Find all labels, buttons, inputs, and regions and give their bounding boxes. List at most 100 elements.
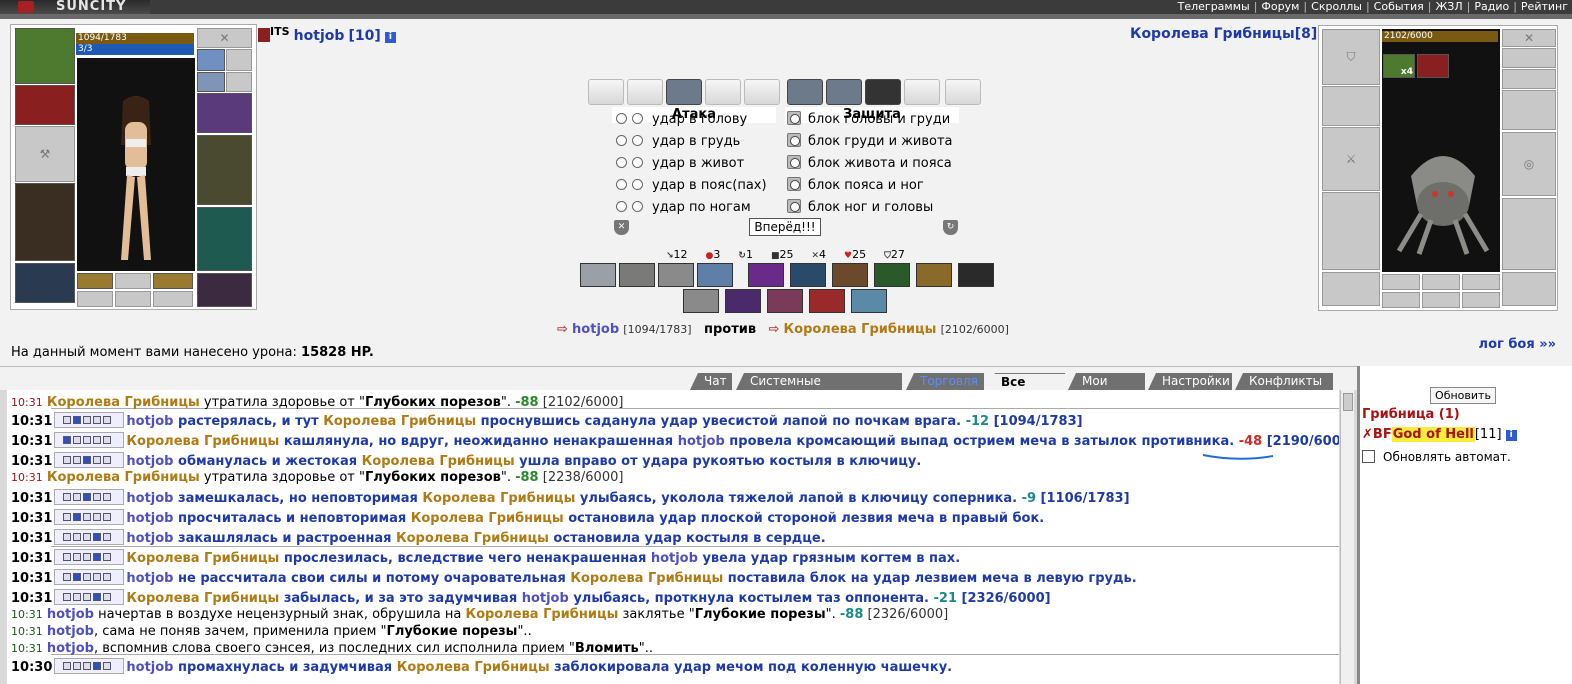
log-player-name[interactable]: Королева Грибницы (411, 511, 564, 526)
group-member[interactable]: ✗BFGod of Hell[11] i (1362, 427, 1517, 442)
member-info-icon[interactable]: i (1505, 430, 1517, 441)
vs-opponent-name[interactable]: Королева Грибницы (784, 322, 937, 337)
sword-slot[interactable] (197, 135, 252, 205)
opp-item-slot-1[interactable]: x4 (1383, 54, 1415, 78)
go-button[interactable]: Вперёд!!! (749, 218, 821, 236)
player-info-icon[interactable]: i (384, 32, 396, 43)
attack-radio-a[interactable] (616, 179, 627, 190)
nav-link-3[interactable]: События (1374, 0, 1424, 13)
attack-radio-a[interactable] (616, 201, 627, 212)
log-player-name[interactable]: Королева Грибницы (396, 531, 549, 546)
defense-option-4[interactable]: блок ног и головы (787, 198, 933, 218)
rune-slot-3[interactable] (153, 273, 193, 289)
ring-slot-1[interactable] (226, 49, 252, 71)
player-name[interactable]: hotjob (294, 28, 345, 44)
skill-13[interactable] (767, 289, 803, 313)
scroll-slot-10[interactable] (945, 79, 981, 105)
skill-9[interactable] (916, 263, 952, 287)
boots-slot[interactable] (197, 273, 252, 307)
attack-radio-b[interactable] (632, 157, 643, 168)
attack-radio-b[interactable] (632, 135, 643, 146)
weapon-slot[interactable]: ⚒ (15, 126, 75, 182)
skill-10[interactable] (958, 263, 994, 287)
attack-option-1[interactable]: удар в грудь (616, 132, 740, 152)
log-player-name[interactable]: hotjob (47, 624, 94, 639)
log-scrollbar[interactable] (1340, 390, 1354, 684)
attack-option-3[interactable]: удар в пояс(пах) (616, 176, 767, 196)
opp-shield-slot[interactable]: ◎ (1502, 132, 1556, 196)
armor-slot[interactable] (15, 183, 75, 261)
helmet-slot[interactable] (15, 28, 75, 84)
scroll-slot-9[interactable] (904, 79, 940, 105)
log-player-name[interactable]: Королева Грибницы (362, 454, 515, 469)
amulet-slot[interactable] (197, 49, 225, 71)
defense-radio[interactable] (787, 155, 801, 169)
opp-item-slot-2[interactable] (1417, 54, 1449, 78)
log-player-name[interactable]: hotjob (126, 454, 173, 469)
log-player-name[interactable]: hotjob (126, 660, 173, 675)
attack-radio-a[interactable] (616, 113, 627, 124)
opp-belt-slot[interactable] (1322, 272, 1380, 306)
log-player-name[interactable]: Королева Грибницы (47, 470, 200, 485)
tab-0[interactable]: Чат (690, 373, 732, 390)
skill-8[interactable] (874, 263, 910, 287)
log-player-name[interactable]: Королева Грибницы (570, 571, 723, 586)
opp-gloves-slot[interactable] (1502, 90, 1556, 130)
ring-slot-2[interactable] (197, 72, 225, 92)
skill-5[interactable] (748, 263, 784, 287)
log-player-name[interactable]: hotjob (126, 571, 173, 586)
defense-option-3[interactable]: блок пояса и ног (787, 176, 924, 196)
nav-link-0[interactable]: Телеграммы (1178, 0, 1250, 13)
log-player-name[interactable]: Королева Грибницы (126, 551, 279, 566)
nav-link-2[interactable]: Скроллы (1311, 0, 1362, 13)
tab-1[interactable]: Системные сообщения (736, 373, 902, 390)
skill-15[interactable] (851, 289, 887, 313)
opp-boots-slot[interactable] (1502, 272, 1556, 306)
log-player-name[interactable]: hotjob (47, 641, 94, 656)
defense-option-1[interactable]: блок груди и живота (787, 132, 953, 152)
rune-slot-1[interactable] (77, 273, 113, 289)
attack-radio-b[interactable] (632, 201, 643, 212)
opp-rune-slot-6[interactable] (1462, 292, 1500, 308)
defense-option-2[interactable]: блок живота и пояса (787, 154, 952, 174)
opponent-name[interactable]: Королева Грибницы (1130, 26, 1295, 42)
skill-14[interactable] (809, 289, 845, 313)
opp-weapon-slot[interactable]: ⚔ (1322, 127, 1380, 191)
suncity-logo[interactable]: SUNCITY (0, 0, 150, 14)
ring-slot-3[interactable] (226, 72, 252, 92)
log-player-name[interactable]: hotjob (651, 551, 698, 566)
log-player-name[interactable]: hotjob (126, 414, 173, 429)
skill-6[interactable] (790, 263, 826, 287)
log-player-name[interactable]: Королева Грибницы (47, 395, 200, 410)
opp-pants-slot[interactable] (1502, 198, 1556, 270)
attack-radio-a[interactable] (616, 135, 627, 146)
skill-1[interactable] (580, 263, 616, 287)
opp-rune-slot-1[interactable] (1382, 274, 1420, 290)
scroll-slot-7[interactable] (826, 79, 862, 105)
scroll-slot-6[interactable] (787, 79, 823, 105)
opp-rings-slot[interactable] (1502, 69, 1556, 89)
nav-link-5[interactable]: Радио (1474, 0, 1509, 13)
log-player-name[interactable]: hotjob (678, 434, 725, 449)
tab-2[interactable]: Торговля (906, 373, 984, 390)
opp-rune-slot-5[interactable] (1422, 292, 1460, 308)
opp-amulet-slot[interactable] (1502, 48, 1556, 68)
opp-helmet-slot[interactable]: ⛉ (1322, 29, 1380, 85)
rune-slot-5[interactable] (115, 291, 151, 307)
tab-6[interactable]: Конфликты (1235, 373, 1333, 390)
auto-refresh-checkbox[interactable] (1362, 450, 1375, 463)
scroll-slot-1[interactable] (588, 79, 624, 105)
skill-11[interactable] (683, 289, 719, 313)
log-player-name[interactable]: Королева Грибницы (323, 414, 476, 429)
attack-option-0[interactable]: удар в голову (616, 110, 747, 130)
opp-rune-slot-4[interactable] (1382, 292, 1420, 308)
attack-shield-icon[interactable]: ✕ (614, 220, 629, 235)
opp-weapon-icons-slot[interactable]: ✕ (1502, 29, 1556, 47)
nav-link-4[interactable]: ЖЗЛ (1435, 0, 1462, 13)
log-player-name[interactable]: Королева Грибницы (465, 607, 618, 622)
log-player-name[interactable]: hotjob (126, 531, 173, 546)
log-player-name[interactable]: Королева Грибницы (126, 434, 279, 449)
scroll-slot-4[interactable] (705, 79, 741, 105)
log-player-name[interactable]: Королева Грибницы (126, 591, 279, 606)
weapon-icons-slot[interactable]: ✕ (197, 28, 252, 48)
